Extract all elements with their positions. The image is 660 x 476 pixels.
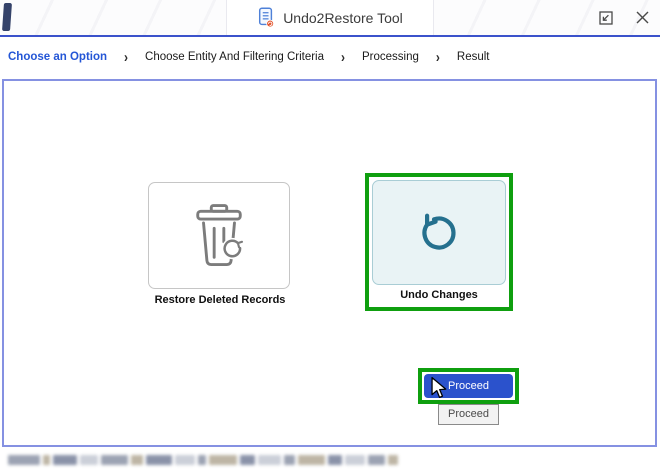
window-titlebar: Undo2Restore Tool xyxy=(0,0,660,37)
window-title-tab: Undo2Restore Tool xyxy=(226,0,434,35)
undo-changes-card[interactable] xyxy=(372,180,506,285)
undo-circular-arrow-icon xyxy=(413,207,465,259)
trash-restore-icon xyxy=(190,203,248,269)
main-panel: Restore Deleted Records Undo Changes Pro… xyxy=(2,79,657,447)
document-icon xyxy=(257,7,275,28)
proceed-tooltip: Proceed xyxy=(438,404,499,425)
step-result[interactable]: Result xyxy=(457,51,490,63)
connection-status-redacted xyxy=(8,453,399,466)
step-choose-an-option[interactable]: Choose an Option xyxy=(8,51,107,63)
step-choose-entity-and-filtering-criteria[interactable]: Choose Entity And Filtering Criteria xyxy=(145,51,324,63)
chevron-right-icon: › xyxy=(341,48,345,66)
option-restore-deleted-records: Restore Deleted Records xyxy=(148,182,292,306)
undo-changes-label: Undo Changes xyxy=(400,289,478,301)
restore-deleted-records-label: Restore Deleted Records xyxy=(154,294,286,306)
restore-window-button[interactable] xyxy=(594,6,618,30)
close-button[interactable] xyxy=(630,6,654,30)
mouse-cursor-icon xyxy=(429,376,449,404)
chevron-right-icon: › xyxy=(435,48,440,66)
app-logo xyxy=(2,3,12,31)
window-controls xyxy=(594,0,654,35)
restore-deleted-records-card[interactable] xyxy=(148,182,290,289)
wizard-breadcrumb: Choose an Option › Choose Entity And Fil… xyxy=(8,44,490,70)
window-title: Undo2Restore Tool xyxy=(283,9,403,26)
step-processing[interactable]: Processing xyxy=(362,51,419,63)
highlight-box-undo-changes: Undo Changes xyxy=(365,173,513,311)
chevron-right-icon: › xyxy=(124,48,129,66)
